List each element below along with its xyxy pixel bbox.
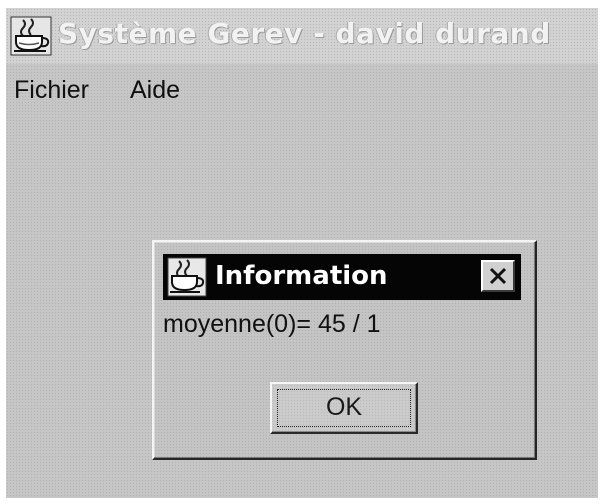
menu-aide[interactable]: Aide <box>130 76 180 105</box>
window-titlebar[interactable]: Système Gerev - david durand <box>6 8 598 64</box>
ok-button-label: OK <box>325 393 363 421</box>
menu-bar: Fichier Aide <box>6 68 598 112</box>
information-dialog: Information moyenne(0)= 45 / 1 OK <box>152 240 537 460</box>
window-title: Système Gerev - david durand <box>58 17 551 50</box>
menu-fichier[interactable]: Fichier <box>14 76 89 105</box>
dialog-message: moyenne(0)= 45 / 1 <box>163 310 381 338</box>
dialog-title: Information <box>215 261 388 291</box>
coffee-cup-icon <box>10 16 52 56</box>
ok-button[interactable]: OK <box>270 382 418 434</box>
close-button[interactable] <box>481 260 515 292</box>
dialog-titlebar[interactable]: Information <box>163 254 521 300</box>
close-icon <box>489 267 507 285</box>
coffee-cup-icon <box>167 257 207 297</box>
